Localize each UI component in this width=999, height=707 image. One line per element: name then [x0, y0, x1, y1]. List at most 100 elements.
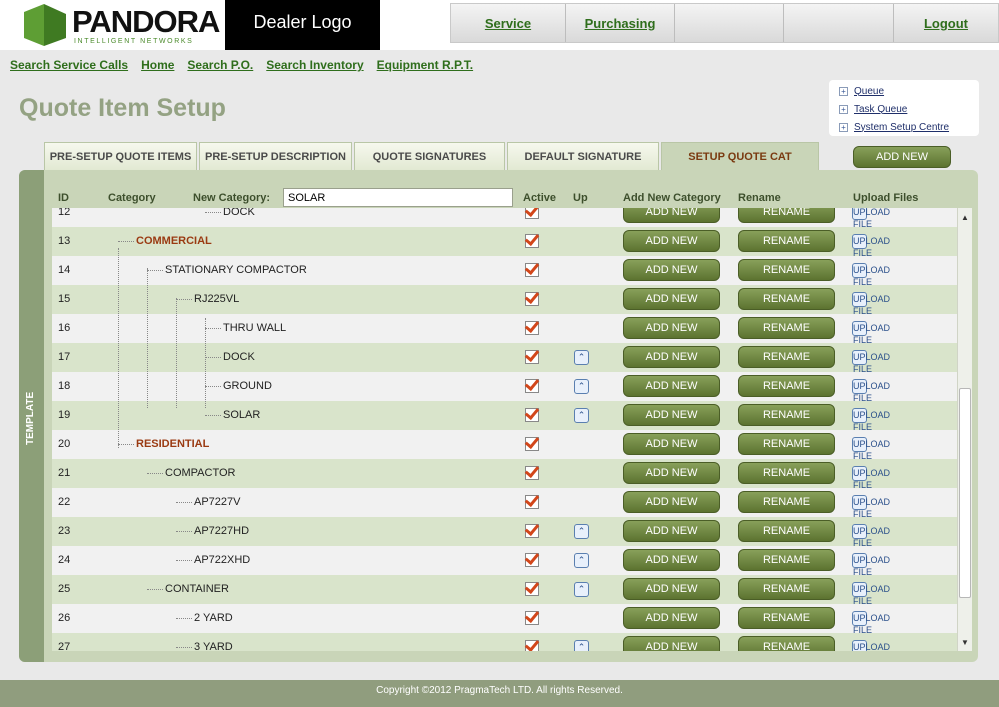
active-checkbox[interactable] [525, 553, 539, 567]
new-category-input[interactable] [283, 188, 513, 207]
rename-button[interactable]: RENAME [738, 636, 835, 651]
active-checkbox[interactable] [525, 611, 539, 625]
nav-service-link[interactable]: Service [485, 16, 531, 31]
upload-file-button[interactable]: UPLOAD FILE [852, 495, 890, 519]
upload-file-button[interactable]: UPLOAD FILE [852, 321, 890, 345]
nav-cell-empty-2 [784, 4, 894, 42]
rename-button[interactable]: RENAME [738, 578, 835, 600]
add-new-button[interactable]: ADD NEW [623, 520, 720, 542]
scroll-up-icon[interactable]: ▲ [961, 213, 969, 222]
upload-file-button[interactable]: UPLOAD FILE [852, 640, 890, 651]
upload-file-button[interactable]: UPLOAD FILE [852, 582, 890, 606]
add-new-button[interactable]: ADD NEW [623, 607, 720, 629]
add-new-button[interactable]: ADD NEW [623, 462, 720, 484]
upload-file-button[interactable]: UPLOAD FILE [852, 208, 890, 229]
quick-link-label[interactable]: System Setup Centre [854, 122, 949, 133]
upload-file-button[interactable]: UPLOAD FILE [852, 292, 890, 316]
rename-button[interactable]: RENAME [738, 520, 835, 542]
active-checkbox[interactable] [525, 437, 539, 451]
move-up-icon[interactable]: ⌃ [574, 379, 589, 394]
tab-quote-signatures[interactable]: QUOTE SIGNATURES [354, 142, 505, 170]
upload-file-button[interactable]: UPLOAD FILE [852, 611, 890, 635]
active-checkbox[interactable] [525, 466, 539, 480]
move-up-icon[interactable]: ⌃ [574, 553, 589, 568]
rename-button[interactable]: RENAME [738, 404, 835, 426]
nav-logout-link[interactable]: Logout [924, 16, 968, 31]
rename-button[interactable]: RENAME [738, 317, 835, 339]
active-checkbox[interactable] [525, 408, 539, 422]
rename-button[interactable]: RENAME [738, 375, 835, 397]
rename-button[interactable]: RENAME [738, 491, 835, 513]
move-up-icon[interactable]: ⌃ [574, 582, 589, 597]
active-checkbox[interactable] [525, 234, 539, 248]
add-new-button[interactable]: ADD NEW [623, 208, 720, 223]
quick-link-label[interactable]: Queue [854, 86, 884, 97]
active-checkbox[interactable] [525, 350, 539, 364]
rename-button[interactable]: RENAME [738, 433, 835, 455]
active-checkbox[interactable] [525, 292, 539, 306]
active-checkbox[interactable] [525, 379, 539, 393]
upload-file-button[interactable]: UPLOAD FILE [852, 408, 890, 432]
link-search-service-calls[interactable]: Search Service Calls [10, 58, 128, 72]
scroll-down-icon[interactable]: ▼ [961, 638, 969, 647]
active-checkbox[interactable] [525, 495, 539, 509]
tab-default-signature[interactable]: DEFAULT SIGNATURE [507, 142, 659, 170]
quick-link-label[interactable]: Task Queue [854, 104, 907, 115]
add-new-button[interactable]: ADD NEW [623, 346, 720, 368]
tab-setup-quote-cat[interactable]: SETUP QUOTE CAT [661, 142, 819, 170]
quick-link-queue[interactable]: + Queue [839, 82, 969, 100]
add-new-button[interactable]: ADD NEW [853, 146, 951, 168]
upload-file-button[interactable]: UPLOAD FILE [852, 553, 890, 577]
rename-button[interactable]: RENAME [738, 259, 835, 281]
add-new-button[interactable]: ADD NEW [623, 317, 720, 339]
add-new-button[interactable]: ADD NEW [623, 636, 720, 651]
add-new-button[interactable]: ADD NEW [623, 259, 720, 281]
active-checkbox[interactable] [525, 321, 539, 335]
add-new-button[interactable]: ADD NEW [623, 230, 720, 252]
active-checkbox[interactable] [525, 582, 539, 596]
rename-button[interactable]: RENAME [738, 288, 835, 310]
active-checkbox[interactable] [525, 524, 539, 538]
upload-file-button[interactable]: UPLOAD FILE [852, 379, 890, 403]
add-new-button[interactable]: ADD NEW [623, 433, 720, 455]
add-new-button[interactable]: ADD NEW [623, 491, 720, 513]
col-rename: Rename [738, 192, 781, 204]
rename-button[interactable]: RENAME [738, 607, 835, 629]
pandora-logo[interactable]: PANDORA INTELLIGENT NETWORKS [22, 2, 220, 48]
link-home[interactable]: Home [141, 58, 174, 72]
move-up-icon[interactable]: ⌃ [574, 640, 589, 651]
grid-scrollbar[interactable]: ▲ ▼ [957, 208, 972, 651]
rename-button[interactable]: RENAME [738, 462, 835, 484]
move-up-icon[interactable]: ⌃ [574, 408, 589, 423]
link-search-po[interactable]: Search P.O. [187, 58, 253, 72]
upload-file-button[interactable]: UPLOAD FILE [852, 234, 890, 258]
add-new-button[interactable]: ADD NEW [623, 549, 720, 571]
link-search-inventory[interactable]: Search Inventory [266, 58, 363, 72]
upload-file-button[interactable]: UPLOAD FILE [852, 350, 890, 374]
upload-file-button[interactable]: UPLOAD FILE [852, 437, 890, 461]
upload-file-button[interactable]: UPLOAD FILE [852, 466, 890, 490]
category-label: RESIDENTIAL [136, 438, 210, 450]
nav-purchasing-link[interactable]: Purchasing [585, 16, 656, 31]
rename-button[interactable]: RENAME [738, 549, 835, 571]
scrollbar-thumb[interactable] [959, 388, 971, 598]
rename-button[interactable]: RENAME [738, 208, 835, 223]
add-new-button[interactable]: ADD NEW [623, 288, 720, 310]
tab-pre-setup-description[interactable]: PRE-SETUP DESCRIPTION [199, 142, 352, 170]
tab-pre-setup-quote-items[interactable]: PRE-SETUP QUOTE ITEMS [44, 142, 197, 170]
move-up-icon[interactable]: ⌃ [574, 524, 589, 539]
rename-button[interactable]: RENAME [738, 346, 835, 368]
move-up-icon[interactable]: ⌃ [574, 350, 589, 365]
add-new-button[interactable]: ADD NEW [623, 404, 720, 426]
quick-link-task-queue[interactable]: + Task Queue [839, 100, 969, 118]
quick-link-system-setup-centre[interactable]: + System Setup Centre [839, 118, 969, 136]
active-checkbox[interactable] [525, 208, 539, 219]
upload-file-button[interactable]: UPLOAD FILE [852, 524, 890, 548]
add-new-button[interactable]: ADD NEW [623, 578, 720, 600]
add-new-button[interactable]: ADD NEW [623, 375, 720, 397]
link-equipment-rpt[interactable]: Equipment R.P.T. [377, 58, 473, 72]
active-checkbox[interactable] [525, 640, 539, 651]
upload-file-button[interactable]: UPLOAD FILE [852, 263, 890, 287]
rename-button[interactable]: RENAME [738, 230, 835, 252]
active-checkbox[interactable] [525, 263, 539, 277]
